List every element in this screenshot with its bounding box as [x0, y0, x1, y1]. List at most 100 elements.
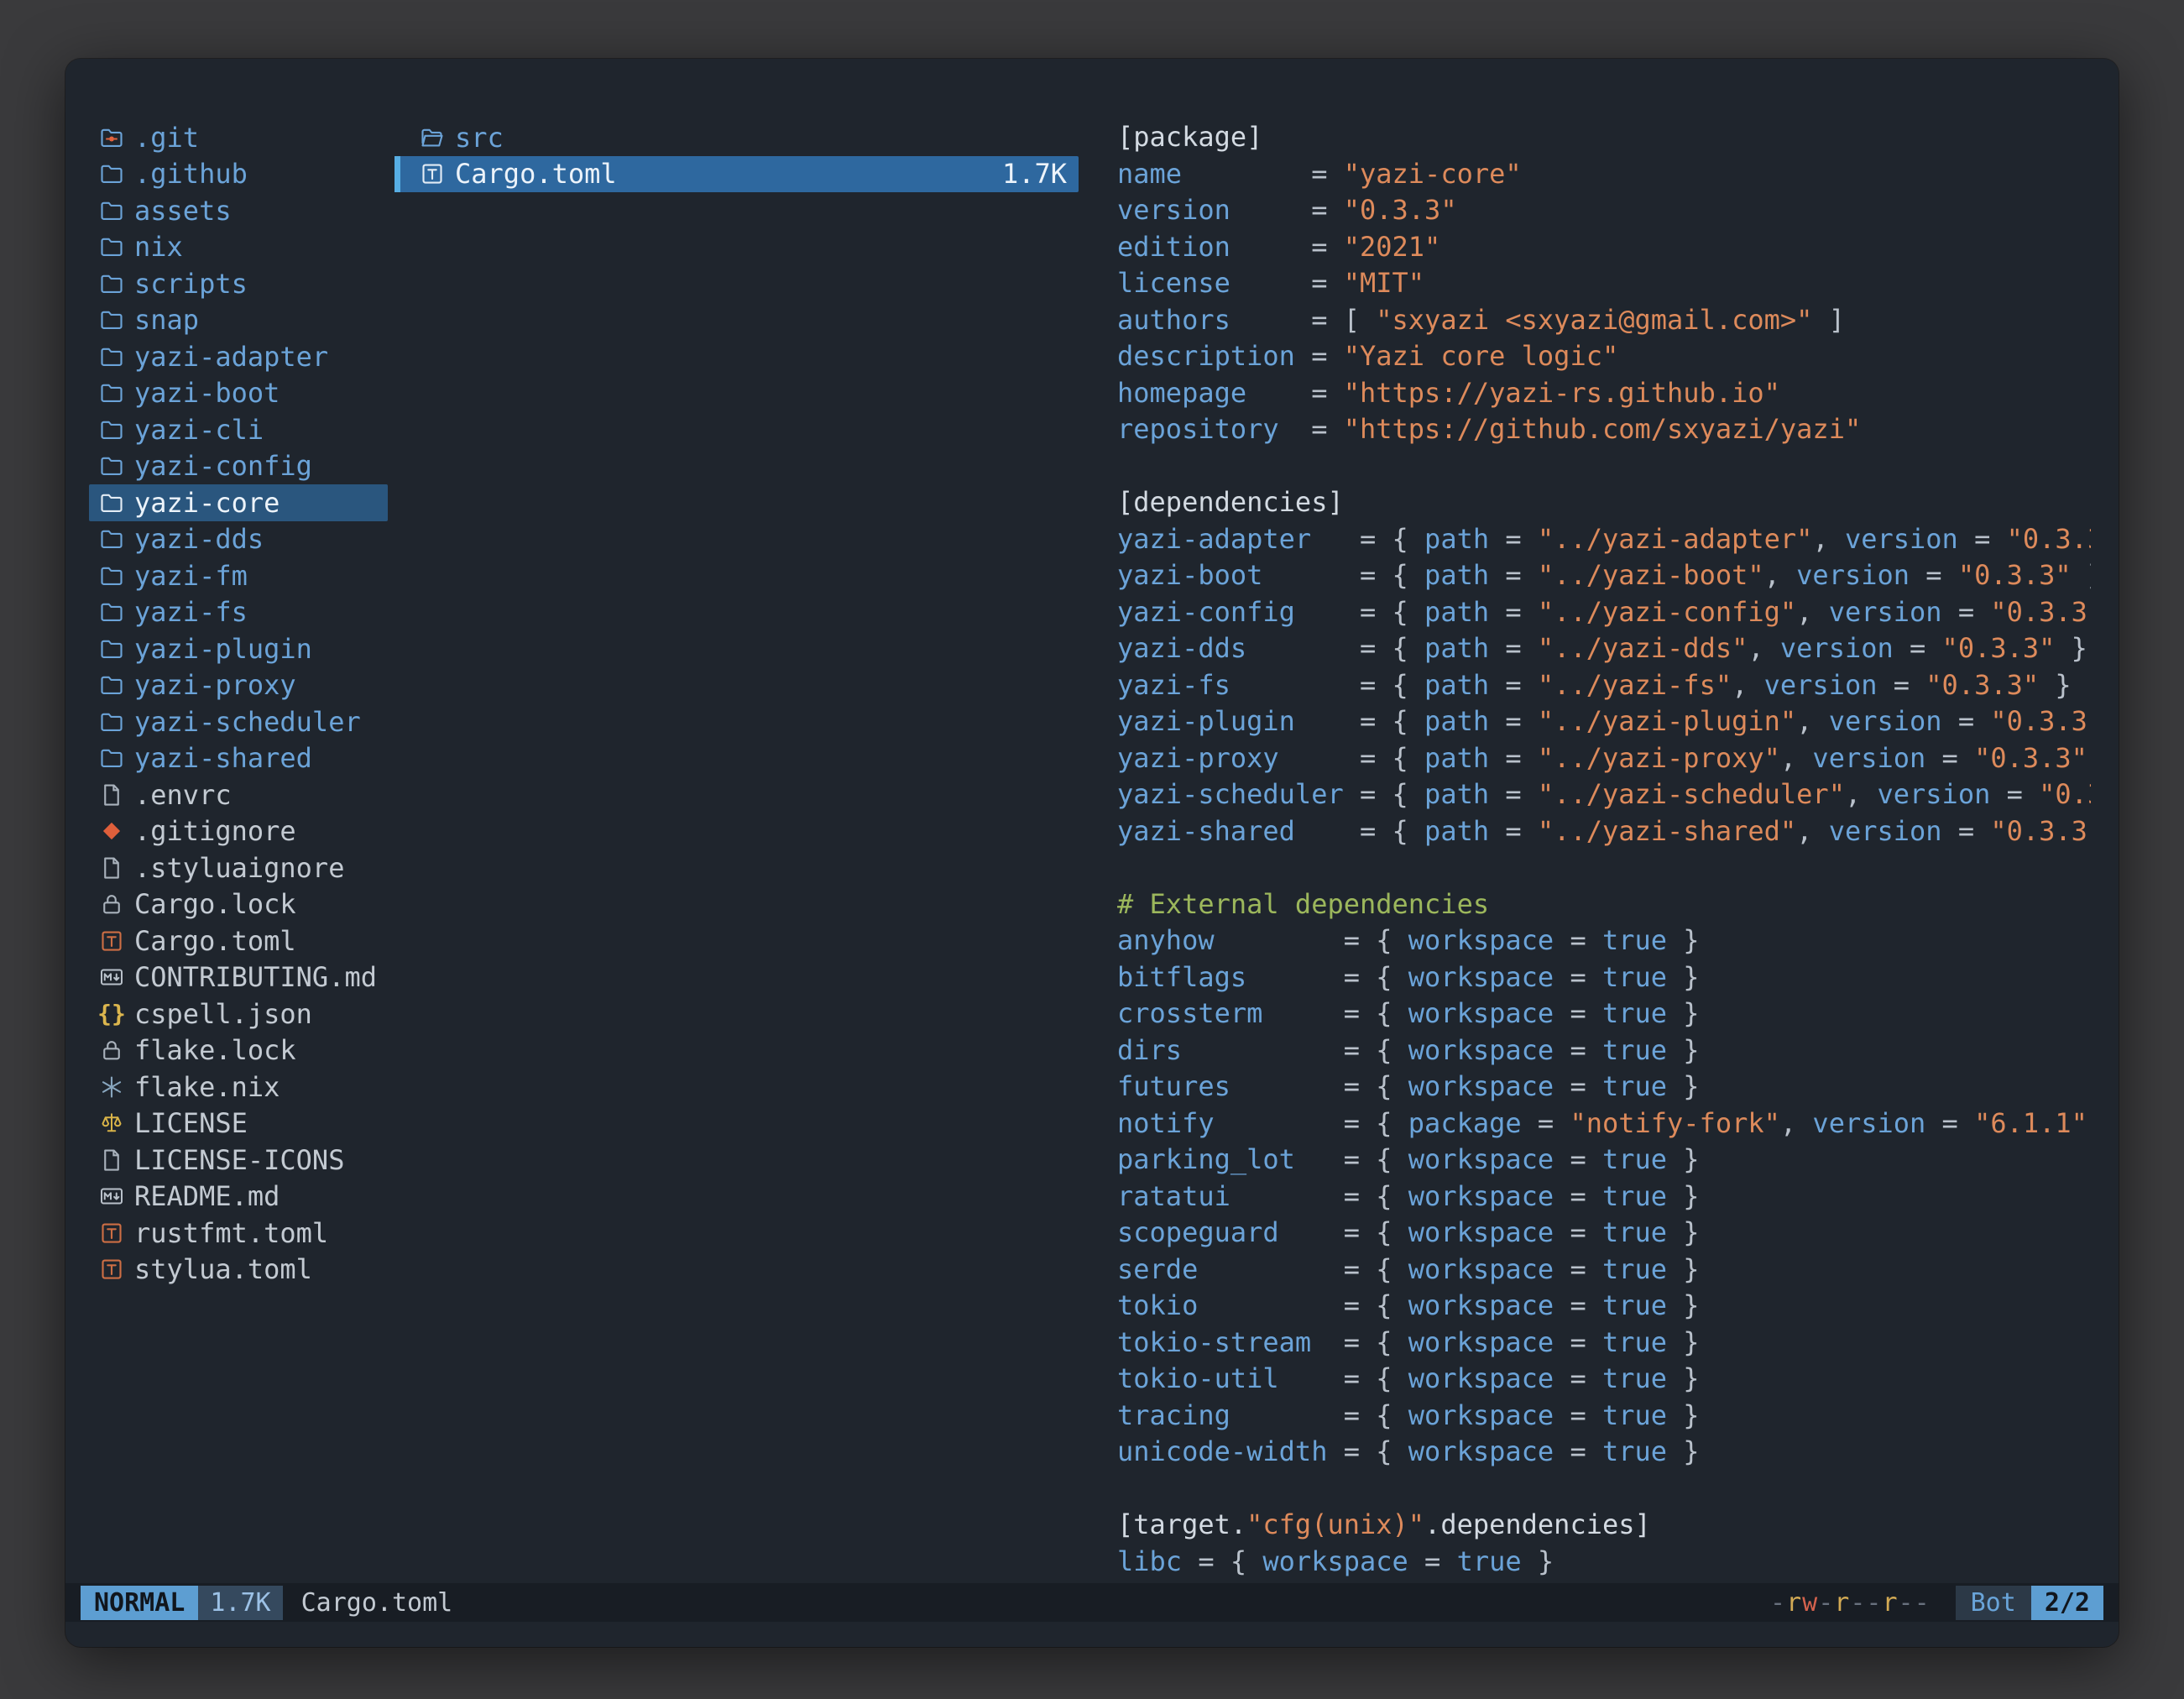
preview-line: yazi-shared = { path = "../yazi-shared",…: [1117, 813, 2091, 850]
preview-line: license = "MIT": [1117, 265, 2091, 302]
file-row[interactable]: LICENSE: [89, 1106, 388, 1142]
preview-line: yazi-dds = { path = "../yazi-dds", versi…: [1117, 630, 2091, 667]
entry-name: Cargo.lock: [134, 888, 296, 920]
dir-row[interactable]: scripts: [89, 265, 388, 302]
dir-row[interactable]: yazi-scheduler: [89, 703, 388, 740]
preview-line: version = "0.3.3": [1117, 192, 2091, 229]
file-row[interactable]: .styluaignore: [89, 850, 388, 886]
dir-row[interactable]: yazi-dds: [89, 521, 388, 558]
entry-name: yazi-fs: [134, 596, 248, 628]
entry-name: README.md: [134, 1180, 280, 1212]
preview-line: yazi-adapter = { path = "../yazi-adapter…: [1117, 521, 2091, 558]
entry-name: scripts: [134, 268, 248, 300]
entry-size: 1.7K: [1002, 158, 1070, 190]
current-directory-pane: srcCargo.toml 1.7K: [394, 119, 1079, 1583]
git-icon: [96, 125, 128, 150]
file-row[interactable]: CONTRIBUTING.md: [89, 959, 388, 996]
preview-line: [dependencies]: [1117, 484, 2091, 521]
folder-icon: [96, 636, 128, 661]
entry-name: yazi-config: [134, 450, 312, 482]
lock-icon: [96, 891, 128, 917]
dir-row[interactable]: .git: [89, 119, 388, 156]
md-icon: [96, 965, 128, 990]
dir-row[interactable]: src: [394, 119, 1079, 156]
preview-line: unicode-width = { workspace = true }: [1117, 1434, 2091, 1471]
file-icon: [96, 855, 128, 881]
dir-row[interactable]: yazi-config: [89, 448, 388, 485]
file-row[interactable]: .gitignore: [89, 813, 388, 850]
file-row[interactable]: README.md: [89, 1179, 388, 1215]
preview-line: ratatui = { workspace = true }: [1117, 1179, 2091, 1215]
file-row[interactable]: stylua.toml: [89, 1252, 388, 1289]
dir-row[interactable]: assets: [89, 192, 388, 229]
preview-line: yazi-proxy = { path = "../yazi-proxy", v…: [1117, 740, 2091, 777]
preview-line: serde = { workspace = true }: [1117, 1252, 2091, 1289]
preview-line: tracing = { workspace = true }: [1117, 1398, 2091, 1435]
entry-name: yazi-dds: [134, 523, 264, 555]
folder-icon: [96, 599, 128, 625]
file-preview-pane[interactable]: [package]name = "yazi-core"version = "0.…: [1085, 119, 2091, 1583]
entry-name: Cargo.toml: [455, 158, 617, 190]
preview-line: name = "yazi-core": [1117, 156, 2091, 193]
entry-name: yazi-adapter: [134, 341, 328, 373]
file-row[interactable]: rustfmt.toml: [89, 1215, 388, 1252]
license-icon: [96, 1111, 128, 1136]
dir-row[interactable]: yazi-adapter: [89, 338, 388, 375]
permissions-text: -rw-r--r--: [1770, 1588, 1931, 1618]
file-row[interactable]: .envrc: [89, 776, 388, 813]
preview-line: tokio = { workspace = true }: [1117, 1288, 2091, 1325]
dir-row[interactable]: yazi-boot: [89, 375, 388, 412]
cursor-marker: [394, 156, 400, 193]
file-row[interactable]: flake.lock: [89, 1032, 388, 1069]
toml-icon: [96, 928, 128, 954]
preview-line: # External dependencies: [1117, 886, 2091, 923]
preview-line: yazi-config = { path = "../yazi-config",…: [1117, 594, 2091, 631]
preview-line: [package]: [1117, 119, 2091, 156]
file-icon: [96, 782, 128, 808]
preview-line: parking_lot = { workspace = true }: [1117, 1142, 2091, 1179]
entry-name: flake.lock: [134, 1034, 296, 1066]
file-row[interactable]: Cargo.toml 1.7K: [394, 156, 1079, 193]
dir-row[interactable]: yazi-fm: [89, 557, 388, 594]
dir-row[interactable]: yazi-proxy: [89, 667, 388, 704]
entry-name: rustfmt.toml: [134, 1217, 328, 1249]
preview-line: anyhow = { workspace = true }: [1117, 923, 2091, 959]
file-row[interactable]: flake.nix: [89, 1069, 388, 1106]
status-right: -rw-r--r-- Bot 2/2: [1770, 1586, 2103, 1620]
dir-row[interactable]: yazi-cli: [89, 411, 388, 448]
toml-icon: [96, 1257, 128, 1282]
file-row[interactable]: LICENSE-ICONS: [89, 1142, 388, 1179]
file-row[interactable]: Cargo.toml: [89, 923, 388, 959]
dir-row[interactable]: yazi-shared: [89, 740, 388, 777]
folder-open-icon: [416, 125, 448, 150]
preview-line: crossterm = { workspace = true }: [1117, 996, 2091, 1032]
dir-row[interactable]: yazi-fs: [89, 594, 388, 631]
entry-name: Cargo.toml: [134, 925, 296, 957]
entry-name: snap: [134, 304, 199, 336]
folder-icon: [96, 526, 128, 552]
file-row[interactable]: {}cspell.json: [89, 996, 388, 1032]
preview-line: authors = [ "sxyazi <sxyazi@gmail.com>" …: [1117, 302, 2091, 339]
entry-name: LICENSE-ICONS: [134, 1144, 344, 1176]
dir-row[interactable]: yazi-core: [89, 484, 388, 521]
entry-name: cspell.json: [134, 998, 312, 1030]
dir-row[interactable]: nix: [89, 229, 388, 266]
preview-line: notify = { package = "notify-fork", vers…: [1117, 1106, 2091, 1142]
entry-name: yazi-scheduler: [134, 706, 361, 738]
preview-line: homepage = "https://yazi-rs.github.io": [1117, 375, 2091, 412]
status-left: NORMAL 1.7K Cargo.toml: [81, 1586, 452, 1620]
folder-icon: [96, 307, 128, 332]
md-icon: [96, 1184, 128, 1209]
file-row[interactable]: Cargo.lock: [89, 886, 388, 923]
folder-icon: [96, 453, 128, 478]
preview-line: yazi-fs = { path = "../yazi-fs", version…: [1117, 667, 2091, 704]
nix-icon: [96, 1074, 128, 1100]
dir-row[interactable]: yazi-plugin: [89, 630, 388, 667]
dir-row[interactable]: snap: [89, 302, 388, 339]
preview-line: [1117, 850, 2091, 886]
preview-line: yazi-plugin = { path = "../yazi-plugin",…: [1117, 703, 2091, 740]
preview-line: dirs = { workspace = true }: [1117, 1032, 2091, 1069]
file-count-badge: 2/2: [2031, 1586, 2103, 1620]
folder-icon: [96, 563, 128, 588]
dir-row[interactable]: .github: [89, 156, 388, 193]
